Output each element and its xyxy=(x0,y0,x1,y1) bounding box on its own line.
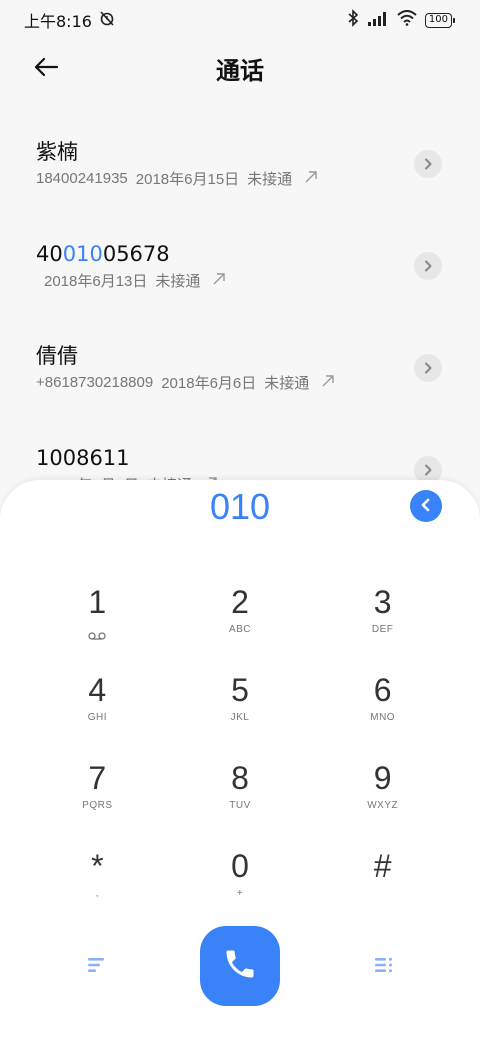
call-log-row[interactable]: 紫楠 18400241935 2018年6月15日 未接通 xyxy=(0,120,480,222)
wifi-icon xyxy=(397,10,417,30)
back-button[interactable] xyxy=(26,54,66,84)
dial-key-letters: ABC xyxy=(228,624,252,635)
call-name: 1008611 xyxy=(36,446,130,470)
dial-key-letters: , xyxy=(95,888,99,899)
keypad: 1 2 ABC 3 DEF 4 GHI 5 JKL 6 MNO 7 PQRS 8 TUV 9 WXYZ *, 0 + # xyxy=(26,578,454,930)
call-status: 未接通 xyxy=(264,375,310,392)
menu-button[interactable] xyxy=(81,952,111,982)
call-status: 未接通 xyxy=(155,273,201,290)
dialpad-menu-button[interactable] xyxy=(369,952,399,982)
dial-key-letters: JKL xyxy=(230,712,250,723)
header: 通话 xyxy=(0,46,480,90)
call-date: 2018年6月6日 xyxy=(161,375,257,392)
dial-key-digit: 4 xyxy=(88,672,107,708)
chevron-right-icon xyxy=(423,461,433,480)
dial-key-digit: # xyxy=(373,848,392,884)
call-log-row[interactable]: 4001005678 2018年6月13日 未接通 xyxy=(0,222,480,324)
outgoing-arrow-icon xyxy=(212,272,226,290)
call-name: 倩倩 xyxy=(36,344,78,368)
outgoing-arrow-icon xyxy=(321,374,335,392)
call-number: 18400241935 xyxy=(36,170,128,187)
dialer-bottom-bar xyxy=(0,926,480,1008)
dial-key-digit: 9 xyxy=(373,760,392,796)
call-log-row[interactable]: 倩倩 +8618730218809 2018年6月6日 未接通 xyxy=(0,324,480,426)
bluetooth-icon xyxy=(347,9,359,31)
menu-icon xyxy=(87,956,105,978)
outgoing-arrow-icon xyxy=(304,170,318,188)
battery-indicator: 100 xyxy=(424,12,456,28)
dial-key-digit: * xyxy=(91,848,104,884)
voicemail-icon xyxy=(88,626,106,640)
dial-key[interactable]: 9 WXYZ xyxy=(311,754,454,842)
dial-key[interactable]: # xyxy=(311,842,454,930)
dial-key-letters: DEF xyxy=(371,624,394,635)
status-time: 上午8:16 xyxy=(24,12,92,31)
call-detail-button[interactable] xyxy=(414,252,442,280)
dial-key[interactable]: 6 MNO xyxy=(311,666,454,754)
dial-key[interactable]: 4 GHI xyxy=(26,666,169,754)
dial-key-letters: WXYZ xyxy=(367,800,399,811)
call-name: 4001005678 xyxy=(36,242,170,266)
dial-key-digit: 6 xyxy=(373,672,392,708)
call-details: +8618730218809 2018年6月6日 未接通 xyxy=(36,372,444,393)
call-date: 2018年6月15日 xyxy=(135,171,240,188)
dial-key-letters: GHI xyxy=(87,712,107,723)
dial-key[interactable]: 5 JKL xyxy=(169,666,312,754)
call-details: 2018年6月13日 未接通 xyxy=(36,270,444,291)
call-status: 未接通 xyxy=(247,171,293,188)
chevron-right-icon xyxy=(423,257,433,276)
dial-key[interactable]: 0 + xyxy=(169,842,312,930)
call-number: +8618730218809 xyxy=(36,374,154,391)
call-detail-button[interactable] xyxy=(414,150,442,178)
page-title: 通话 xyxy=(216,56,264,85)
call-name: 紫楠 xyxy=(36,140,78,164)
call-details: 18400241935 2018年6月15日 未接通 xyxy=(36,168,444,189)
dial-key-letters: TUV xyxy=(229,800,251,811)
dial-number-display: 010 xyxy=(209,486,271,527)
dial-key-digit: 0 xyxy=(231,848,249,884)
call-button[interactable] xyxy=(200,926,280,1006)
call-date: 2018年6月13日 xyxy=(44,273,148,290)
dial-key-digit: 2 xyxy=(231,584,249,620)
backspace-button[interactable] xyxy=(410,490,442,522)
dial-key-digit: 3 xyxy=(373,584,392,620)
dial-key-digit: 8 xyxy=(231,760,249,796)
phone-icon xyxy=(222,946,258,986)
dial-key[interactable]: 3 DEF xyxy=(311,578,454,666)
dial-key[interactable]: 1 xyxy=(26,578,169,666)
dial-key-letters: MNO xyxy=(370,712,396,723)
chevron-right-icon xyxy=(423,155,433,174)
dial-key[interactable]: 7 PQRS xyxy=(26,754,169,842)
dial-key[interactable]: 8 TUV xyxy=(169,754,312,842)
call-detail-button[interactable] xyxy=(414,354,442,382)
dial-key-letters: PQRS xyxy=(82,800,113,811)
dial-key[interactable]: *, xyxy=(26,842,169,930)
chevron-left-icon xyxy=(419,497,433,516)
status-bar: 上午8:16 100 xyxy=(0,0,480,40)
signal-icon xyxy=(367,11,389,30)
dialpad-menu-icon xyxy=(374,956,394,978)
chevron-right-icon xyxy=(423,359,433,378)
call-log-list: 紫楠 18400241935 2018年6月15日 未接通 4001005678… xyxy=(0,120,480,528)
dialer-panel: 010 1 2 ABC 3 DEF 4 GHI 5 JKL 6 MNO 7 PQRS 8 TUV 9 WXYZ *… xyxy=(0,480,480,1040)
dial-key-digit: 1 xyxy=(88,584,107,620)
alarm-off-icon xyxy=(98,9,116,31)
dial-key-letters: + xyxy=(236,888,244,899)
dial-key-digit: 7 xyxy=(88,760,107,796)
dial-key-digit: 5 xyxy=(231,672,249,708)
dial-key[interactable]: 2 ABC xyxy=(169,578,312,666)
arrow-left-icon xyxy=(33,57,59,81)
